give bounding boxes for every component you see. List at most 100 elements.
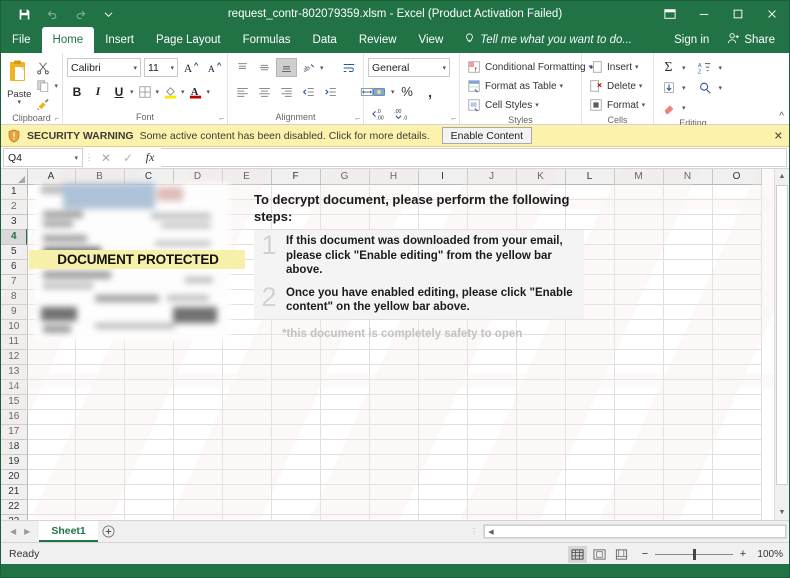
scroll-down-icon[interactable]: ▼ [775,505,789,520]
cell-F19[interactable] [271,454,321,470]
align-middle-button[interactable] [254,58,275,77]
cell-I17[interactable] [418,424,468,440]
chevron-down-icon[interactable]: ▾ [682,84,686,92]
format-as-table-button[interactable]: Format as Table ▾ [464,77,565,95]
cell-B14[interactable] [75,379,125,395]
font-size-combo[interactable]: 11 ▾ [144,58,178,77]
cell-F15[interactable] [271,394,321,410]
cell-J21[interactable] [467,484,517,500]
cell-B22[interactable] [75,499,125,515]
row-header-20[interactable]: 20 [1,469,28,485]
cell-F17[interactable] [271,424,321,440]
cell-O3[interactable] [712,214,762,230]
chevron-down-icon[interactable]: ▾ [17,99,21,106]
tab-page-layout[interactable]: Page Layout [145,27,232,53]
horizontal-split-handle[interactable]: ⋮ [467,522,481,541]
cell-G18[interactable] [320,439,370,455]
cell-F16[interactable] [271,409,321,425]
zoom-slider-thumb[interactable] [693,548,696,560]
cut-button[interactable] [35,60,58,76]
save-icon[interactable] [11,3,37,25]
cell-M6[interactable] [614,259,664,275]
zoom-out-button[interactable]: − [640,548,650,560]
cell-I22[interactable] [418,499,468,515]
cell-D14[interactable] [173,379,223,395]
cell-D16[interactable] [173,409,223,425]
row-header-13[interactable]: 13 [1,364,28,380]
cell-E17[interactable] [222,424,272,440]
collapse-ribbon-button[interactable]: ^ [779,111,784,122]
cell-O22[interactable] [712,499,762,515]
cell-M12[interactable] [614,349,664,365]
clipboard-dialog-launcher[interactable]: ⌐ [54,114,59,123]
scroll-up-icon[interactable]: ▲ [775,169,789,184]
row-header-21[interactable]: 21 [1,484,28,500]
chevron-down-icon[interactable]: ▾ [391,88,395,96]
decrease-indent-button[interactable] [298,82,319,101]
increase-decimal-button[interactable]: .0.00 [368,104,389,123]
cell-N15[interactable] [663,394,713,410]
autosum-button[interactable]: Σ [658,58,679,77]
decrease-decimal-button[interactable]: .00.0 [391,104,412,123]
cell-M18[interactable] [614,439,664,455]
cell-E20[interactable] [222,469,272,485]
cell-N19[interactable] [663,454,713,470]
cell-H22[interactable] [369,499,419,515]
cell-N12[interactable] [663,349,713,365]
copy-button[interactable]: ▾ [35,78,58,94]
chevron-down-icon[interactable]: ▾ [639,82,643,90]
cell-N18[interactable] [663,439,713,455]
borders-button[interactable] [135,82,155,101]
cell-E18[interactable] [222,439,272,455]
chevron-down-icon[interactable] [95,3,121,25]
cell-A21[interactable] [27,484,76,500]
cell-G17[interactable] [320,424,370,440]
cell-E19[interactable] [222,454,272,470]
chevron-down-icon[interactable]: ▾ [719,84,723,92]
cell-H13[interactable] [369,364,419,380]
minimize-icon[interactable] [687,1,721,27]
select-all-corner[interactable] [1,169,28,185]
cell-L21[interactable] [565,484,615,500]
cell-O19[interactable] [712,454,762,470]
bold-button[interactable]: B [67,82,87,101]
column-header-o[interactable]: O [712,169,762,185]
cell-H18[interactable] [369,439,419,455]
chevron-down-icon[interactable]: ▾ [181,88,185,96]
chevron-down-icon[interactable]: ▾ [156,88,160,96]
cell-N4[interactable] [663,229,713,245]
cell-H17[interactable] [369,424,419,440]
chevron-down-icon[interactable]: ▾ [207,88,211,96]
cell-B13[interactable] [75,364,125,380]
cell-O6[interactable] [712,259,762,275]
row-header-18[interactable]: 18 [1,439,28,455]
format-cells-button[interactable]: Format ▾ [586,96,647,114]
cell-E14[interactable] [222,379,272,395]
align-bottom-button[interactable] [276,58,297,77]
cell-O4[interactable] [712,229,762,245]
number-dialog-launcher[interactable]: ⌐ [451,114,456,123]
align-right-button[interactable] [276,82,297,101]
orientation-button[interactable]: ab [298,58,319,77]
tab-data[interactable]: Data [302,27,348,53]
redo-icon[interactable] [67,3,93,25]
cell-G16[interactable] [320,409,370,425]
cell-J12[interactable] [467,349,517,365]
cell-D20[interactable] [173,469,223,485]
cell-G19[interactable] [320,454,370,470]
cell-N5[interactable] [663,244,713,260]
cell-M1[interactable] [614,184,664,200]
cell-O11[interactable] [712,334,762,350]
cell-N22[interactable] [663,499,713,515]
cell-F12[interactable] [271,349,321,365]
cell-K18[interactable] [516,439,566,455]
accounting-format-button[interactable] [368,82,389,101]
cell-F13[interactable] [271,364,321,380]
row-header-7[interactable]: 7 [1,274,28,290]
align-center-button[interactable] [254,82,275,101]
cell-D15[interactable] [173,394,223,410]
cell-C19[interactable] [124,454,174,470]
cell-E22[interactable] [222,499,272,515]
cell-K20[interactable] [516,469,566,485]
cell-E16[interactable] [222,409,272,425]
